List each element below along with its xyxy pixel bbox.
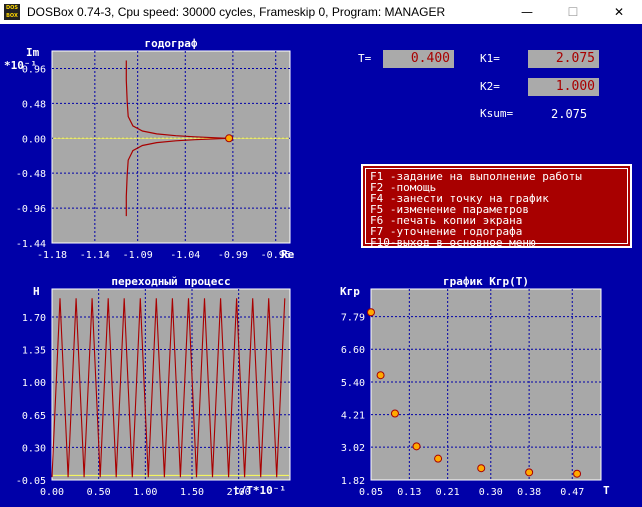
y-tick-label: -0.96 xyxy=(16,204,46,215)
dos-screen: -1.18 -1.14 -1.09 -1.04 -0.99 -0.95 0.96 0.48 0.… xyxy=(0,24,642,507)
x-axis-label: Re xyxy=(281,248,295,261)
x-tick-label: 0.38 xyxy=(517,487,541,498)
x-axis-label: T xyxy=(603,484,610,497)
y-tick-label: 1.35 xyxy=(22,346,46,357)
close-button[interactable]: ✕ xyxy=(596,0,642,24)
y-tick-label: 4.21 xyxy=(341,411,365,422)
kgr-data-point xyxy=(434,454,443,463)
plot-area xyxy=(370,288,602,481)
chart-title: переходный процесс xyxy=(111,275,230,288)
window-title: DOSBox 0.74-3, Cpu speed: 30000 cycles, … xyxy=(27,5,446,19)
y-tick-label: 0.30 xyxy=(22,443,46,454)
kgr-data-point xyxy=(477,464,486,473)
dosbox-app-icon: DOS BOX xyxy=(4,4,20,20)
x-tick-label: 0.47 xyxy=(560,487,584,498)
y-axis-label: H xyxy=(33,285,40,298)
ksum-label: Ksum= xyxy=(480,107,514,120)
y-tick-label: 6.60 xyxy=(341,345,365,356)
ksum-value: 2.075 xyxy=(551,107,588,121)
x-tick-label: 0.50 xyxy=(87,487,111,498)
hodograph-point-marker xyxy=(225,134,234,143)
x-tick-label: 0.00 xyxy=(40,487,64,498)
x-tick-label: 0.21 xyxy=(436,487,460,498)
k2-label: K2= xyxy=(480,80,500,93)
x-tick-label: 0.30 xyxy=(479,487,503,498)
y-tick-label: 5.40 xyxy=(341,378,365,389)
kgr-data-point xyxy=(376,371,385,380)
y-axis-label: Im xyxy=(26,46,40,59)
x-tick-label: -1.04 xyxy=(170,250,200,261)
chart-3 xyxy=(370,288,602,481)
kgr-data-point xyxy=(390,409,399,418)
k1-label: K1= xyxy=(480,52,500,65)
y-tick-label: 1.70 xyxy=(22,313,46,324)
y-tick-label: 1.82 xyxy=(341,476,365,487)
x-tick-label: 1.50 xyxy=(180,487,204,498)
y-tick-label: -1.44 xyxy=(16,239,46,250)
y-tick-label: 0.00 xyxy=(22,134,46,145)
t-value-field: 0.400 xyxy=(383,50,454,68)
y-tick-label: -0.48 xyxy=(16,169,46,180)
x-tick-label: 0.05 xyxy=(359,487,383,498)
y-tick-label: 0.48 xyxy=(22,99,46,110)
k1-value-field: 2.075 xyxy=(528,50,599,68)
dosbox-window: DOS BOX DOSBox 0.74-3, Cpu speed: 30000 … xyxy=(0,0,642,507)
k2-value-field: 1.000 xyxy=(528,78,599,96)
kgr-data-point xyxy=(367,308,375,317)
y-tick-label: -0.05 xyxy=(16,476,46,487)
menu-item-f10[interactable]: F10-выход в основное меню xyxy=(370,237,536,248)
y-tick-label: 0.65 xyxy=(22,411,46,422)
menu-text: -выход в основное меню xyxy=(389,236,536,249)
menu-key: F10 xyxy=(370,236,390,249)
chart-title: годограф xyxy=(145,37,198,50)
maximize-button[interactable]: ☐ xyxy=(550,0,596,24)
x-axis-label: t/T*10⁻¹ xyxy=(233,484,286,497)
title-bar[interactable]: DOS BOX DOSBox 0.74-3, Cpu speed: 30000 … xyxy=(0,0,642,24)
plot-area xyxy=(51,50,291,244)
x-tick-label: -1.18 xyxy=(37,250,67,261)
y-tick-label: 1.00 xyxy=(22,378,46,389)
x-tick-label: 0.13 xyxy=(397,487,421,498)
y-tick-label: 7.79 xyxy=(341,313,365,324)
chart-1 xyxy=(51,50,291,244)
y-tick-label: 3.02 xyxy=(341,443,365,454)
kgr-data-point xyxy=(525,468,534,477)
minimize-button[interactable]: — xyxy=(504,0,550,24)
x-tick-label: -1.09 xyxy=(123,250,153,261)
x-tick-label: -1.14 xyxy=(80,250,110,261)
kgr-data-point xyxy=(573,469,582,478)
y-axis-label: Kгр xyxy=(340,285,360,298)
t-label: T= xyxy=(358,52,372,65)
y-axis-unit: *10⁻¹ xyxy=(4,59,37,72)
x-tick-label: 1.00 xyxy=(133,487,157,498)
kgr-data-point xyxy=(412,442,421,451)
x-tick-label: -0.99 xyxy=(218,250,248,261)
charts-canvas: -1.18 -1.14 -1.09 -1.04 -0.99 -0.950.960.480.… xyxy=(4,37,610,498)
function-key-menu: F1 -задание на выполнение работы F2 -пом… xyxy=(361,164,632,248)
chart-title: график Kгр(T) xyxy=(443,275,529,288)
